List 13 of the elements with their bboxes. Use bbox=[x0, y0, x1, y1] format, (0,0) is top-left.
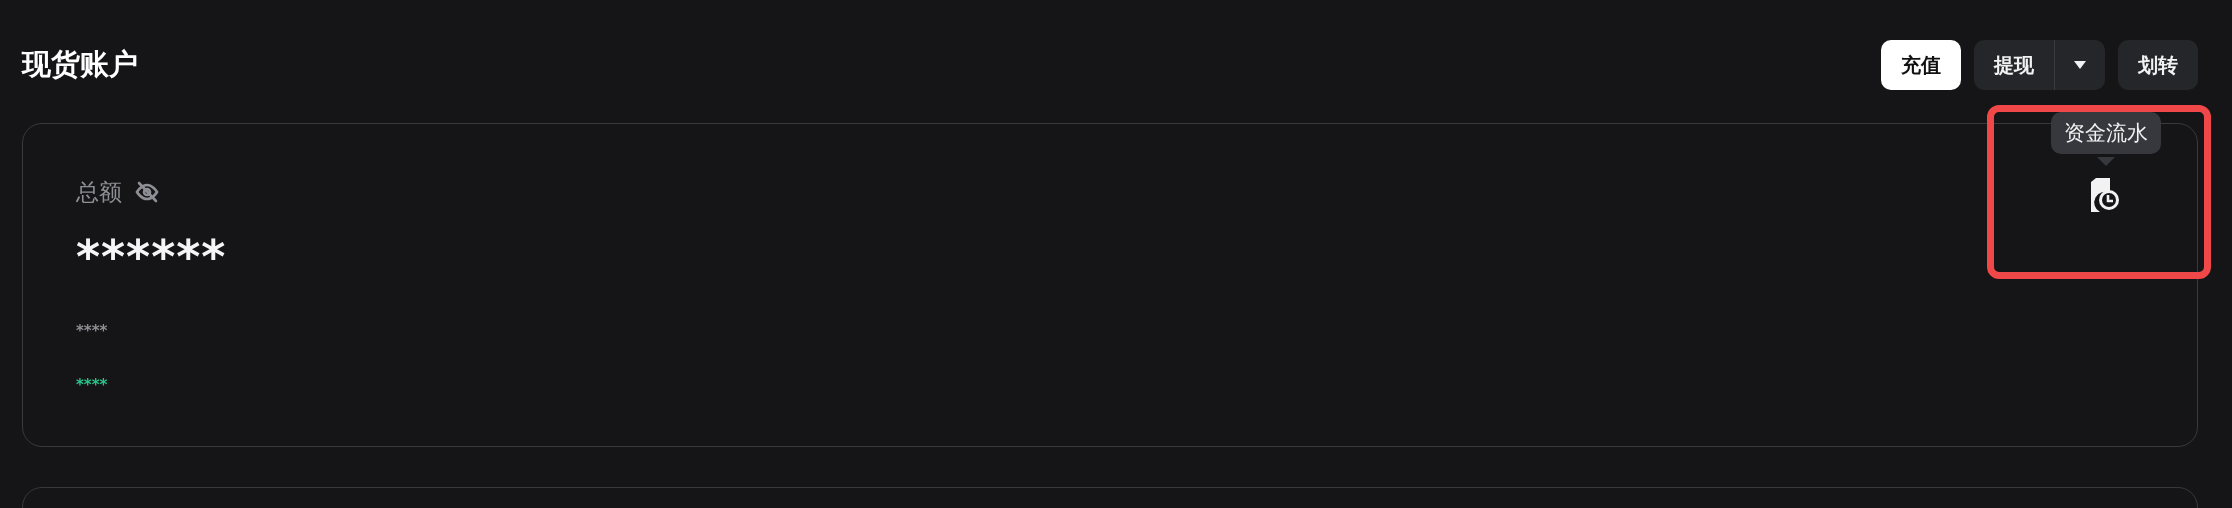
document-clock-icon[interactable] bbox=[2088, 178, 2122, 212]
sub-amount: **** bbox=[76, 322, 109, 340]
total-label: 总额 bbox=[76, 177, 122, 207]
tooltip: 资金流水 bbox=[2051, 112, 2161, 154]
withdraw-button[interactable]: 提现 bbox=[1974, 40, 2055, 90]
caret-down-icon bbox=[2074, 61, 2086, 69]
page-title: 现货账户 bbox=[22, 46, 138, 83]
transfer-button[interactable]: 划转 bbox=[2118, 40, 2198, 90]
total-amount: ****** bbox=[76, 230, 227, 284]
eye-off-icon[interactable] bbox=[134, 180, 160, 204]
tooltip-arrow bbox=[2097, 157, 2115, 166]
deposit-button[interactable]: 充值 bbox=[1881, 40, 1961, 90]
pnl-amount: **** bbox=[76, 376, 109, 394]
